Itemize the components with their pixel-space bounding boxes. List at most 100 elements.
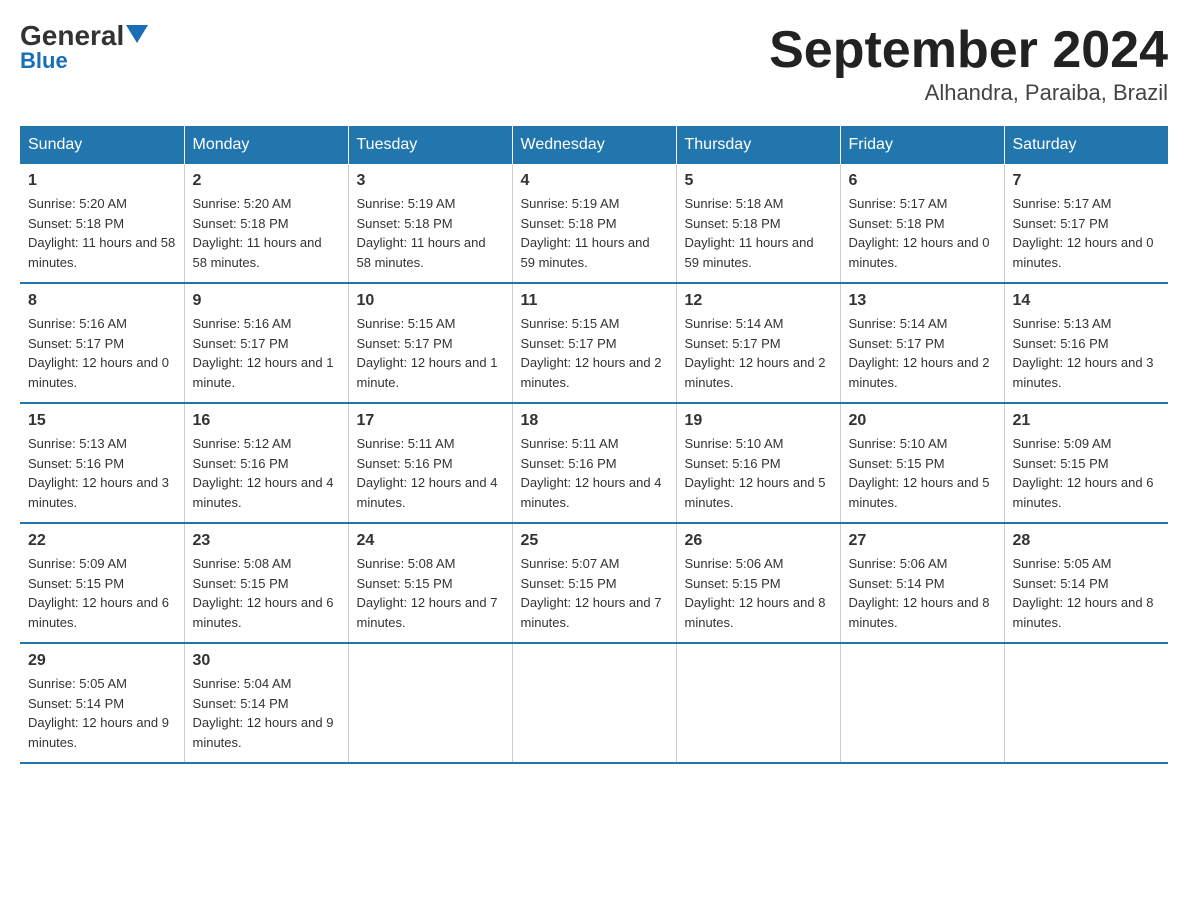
day-number: 6	[849, 172, 996, 190]
day-info: Sunrise: 5:05 AMSunset: 5:14 PMDaylight:…	[28, 674, 176, 752]
day-info: Sunrise: 5:06 AMSunset: 5:14 PMDaylight:…	[849, 554, 996, 632]
col-tuesday: Tuesday	[348, 126, 512, 164]
day-info: Sunrise: 5:13 AMSunset: 5:16 PMDaylight:…	[28, 434, 176, 512]
day-number: 25	[521, 532, 668, 550]
day-number: 7	[1013, 172, 1161, 190]
table-cell: 22 Sunrise: 5:09 AMSunset: 5:15 PMDayligh…	[20, 523, 184, 643]
day-number: 11	[521, 292, 668, 310]
day-info: Sunrise: 5:10 AMSunset: 5:16 PMDaylight:…	[685, 434, 832, 512]
day-info: Sunrise: 5:16 AMSunset: 5:17 PMDaylight:…	[28, 314, 176, 392]
day-number: 4	[521, 172, 668, 190]
day-info: Sunrise: 5:20 AMSunset: 5:18 PMDaylight:…	[193, 194, 340, 272]
day-number: 8	[28, 292, 176, 310]
day-info: Sunrise: 5:11 AMSunset: 5:16 PMDaylight:…	[521, 434, 668, 512]
table-cell	[348, 643, 512, 763]
day-info: Sunrise: 5:17 AMSunset: 5:18 PMDaylight:…	[849, 194, 996, 272]
day-info: Sunrise: 5:14 AMSunset: 5:17 PMDaylight:…	[849, 314, 996, 392]
day-number: 30	[193, 652, 340, 670]
day-number: 26	[685, 532, 832, 550]
day-info: Sunrise: 5:13 AMSunset: 5:16 PMDaylight:…	[1013, 314, 1161, 392]
header-row: Sunday Monday Tuesday Wednesday Thursday…	[20, 126, 1168, 164]
day-number: 29	[28, 652, 176, 670]
day-info: Sunrise: 5:04 AMSunset: 5:14 PMDaylight:…	[193, 674, 340, 752]
col-sunday: Sunday	[20, 126, 184, 164]
location: Alhandra, Paraiba, Brazil	[769, 80, 1168, 106]
logo-text-blue: Blue	[20, 48, 68, 74]
table-cell: 10 Sunrise: 5:15 AMSunset: 5:17 PMDayligh…	[348, 283, 512, 403]
day-number: 22	[28, 532, 176, 550]
day-info: Sunrise: 5:14 AMSunset: 5:17 PMDaylight:…	[685, 314, 832, 392]
table-cell: 16 Sunrise: 5:12 AMSunset: 5:16 PMDayligh…	[184, 403, 348, 523]
table-cell: 19Sunrise: 5:10 AMSunset: 5:16 PMDayligh…	[676, 403, 840, 523]
day-number: 3	[357, 172, 504, 190]
page-header: General Blue September 2024 Alhandra, Pa…	[20, 20, 1168, 106]
table-cell	[840, 643, 1004, 763]
day-info: Sunrise: 5:15 AMSunset: 5:17 PMDaylight:…	[521, 314, 668, 392]
col-friday: Friday	[840, 126, 1004, 164]
table-cell: 3 Sunrise: 5:19 AMSunset: 5:18 PMDaylight…	[348, 164, 512, 283]
day-info: Sunrise: 5:08 AMSunset: 5:15 PMDaylight:…	[193, 554, 340, 632]
day-info: Sunrise: 5:19 AMSunset: 5:18 PMDaylight:…	[521, 194, 668, 272]
day-info: Sunrise: 5:12 AMSunset: 5:16 PMDaylight:…	[193, 434, 340, 512]
table-cell: 23 Sunrise: 5:08 AMSunset: 5:15 PMDayligh…	[184, 523, 348, 643]
day-info: Sunrise: 5:11 AMSunset: 5:16 PMDaylight:…	[357, 434, 504, 512]
table-cell: 13 Sunrise: 5:14 AMSunset: 5:17 PMDayligh…	[840, 283, 1004, 403]
month-title: September 2024	[769, 20, 1168, 80]
table-cell: 25 Sunrise: 5:07 AMSunset: 5:15 PMDayligh…	[512, 523, 676, 643]
col-wednesday: Wednesday	[512, 126, 676, 164]
day-info: Sunrise: 5:10 AMSunset: 5:15 PMDaylight:…	[849, 434, 996, 512]
table-cell: 7 Sunrise: 5:17 AMSunset: 5:17 PMDaylight…	[1004, 164, 1168, 283]
day-info: Sunrise: 5:17 AMSunset: 5:17 PMDaylight:…	[1013, 194, 1161, 272]
day-info: Sunrise: 5:15 AMSunset: 5:17 PMDaylight:…	[357, 314, 504, 392]
day-number: 2	[193, 172, 340, 190]
day-number: 13	[849, 292, 996, 310]
table-cell	[512, 643, 676, 763]
table-cell: 24Sunrise: 5:08 AMSunset: 5:15 PMDayligh…	[348, 523, 512, 643]
day-number: 15	[28, 412, 176, 430]
day-info: Sunrise: 5:16 AMSunset: 5:17 PMDaylight:…	[193, 314, 340, 392]
table-cell: 5Sunrise: 5:18 AMSunset: 5:18 PMDaylight…	[676, 164, 840, 283]
table-cell: 20 Sunrise: 5:10 AMSunset: 5:15 PMDayligh…	[840, 403, 1004, 523]
table-cell: 11 Sunrise: 5:15 AMSunset: 5:17 PMDayligh…	[512, 283, 676, 403]
day-info: Sunrise: 5:18 AMSunset: 5:18 PMDaylight:…	[685, 194, 832, 272]
table-cell	[1004, 643, 1168, 763]
day-info: Sunrise: 5:09 AMSunset: 5:15 PMDaylight:…	[28, 554, 176, 632]
day-info: Sunrise: 5:07 AMSunset: 5:15 PMDaylight:…	[521, 554, 668, 632]
day-number: 10	[357, 292, 504, 310]
day-number: 20	[849, 412, 996, 430]
day-number: 9	[193, 292, 340, 310]
table-cell: 8 Sunrise: 5:16 AMSunset: 5:17 PMDaylight…	[20, 283, 184, 403]
day-number: 23	[193, 532, 340, 550]
table-cell: 12 Sunrise: 5:14 AMSunset: 5:17 PMDayligh…	[676, 283, 840, 403]
day-info: Sunrise: 5:19 AMSunset: 5:18 PMDaylight:…	[357, 194, 504, 272]
table-cell: 17Sunrise: 5:11 AMSunset: 5:16 PMDayligh…	[348, 403, 512, 523]
title-block: September 2024 Alhandra, Paraiba, Brazil	[769, 20, 1168, 106]
day-info: Sunrise: 5:09 AMSunset: 5:15 PMDaylight:…	[1013, 434, 1161, 512]
day-info: Sunrise: 5:05 AMSunset: 5:14 PMDaylight:…	[1013, 554, 1161, 632]
table-cell: 14Sunrise: 5:13 AMSunset: 5:16 PMDayligh…	[1004, 283, 1168, 403]
col-monday: Monday	[184, 126, 348, 164]
table-cell: 30 Sunrise: 5:04 AMSunset: 5:14 PMDayligh…	[184, 643, 348, 763]
table-cell: 15 Sunrise: 5:13 AMSunset: 5:16 PMDayligh…	[20, 403, 184, 523]
day-number: 21	[1013, 412, 1161, 430]
table-cell	[676, 643, 840, 763]
day-number: 18	[521, 412, 668, 430]
day-number: 28	[1013, 532, 1161, 550]
day-number: 16	[193, 412, 340, 430]
day-number: 1	[28, 172, 176, 190]
table-cell: 6 Sunrise: 5:17 AMSunset: 5:18 PMDaylight…	[840, 164, 1004, 283]
table-cell: 9 Sunrise: 5:16 AMSunset: 5:17 PMDaylight…	[184, 283, 348, 403]
calendar-table: Sunday Monday Tuesday Wednesday Thursday…	[20, 126, 1168, 764]
day-number: 27	[849, 532, 996, 550]
table-cell: 28 Sunrise: 5:05 AMSunset: 5:14 PMDayligh…	[1004, 523, 1168, 643]
table-cell: 4 Sunrise: 5:19 AMSunset: 5:18 PMDaylight…	[512, 164, 676, 283]
day-number: 12	[685, 292, 832, 310]
logo: General Blue	[20, 20, 148, 74]
table-row: 1 Sunrise: 5:20 AMSunset: 5:18 PMDaylight…	[20, 164, 1168, 283]
table-row: 29 Sunrise: 5:05 AMSunset: 5:14 PMDayligh…	[20, 643, 1168, 763]
table-cell: 1Sunrise: 5:20 AMSunset: 5:18 PMDaylight…	[20, 164, 184, 283]
table-cell: 27 Sunrise: 5:06 AMSunset: 5:14 PMDayligh…	[840, 523, 1004, 643]
table-row: 15 Sunrise: 5:13 AMSunset: 5:16 PMDayligh…	[20, 403, 1168, 523]
table-row: 22 Sunrise: 5:09 AMSunset: 5:15 PMDayligh…	[20, 523, 1168, 643]
col-thursday: Thursday	[676, 126, 840, 164]
